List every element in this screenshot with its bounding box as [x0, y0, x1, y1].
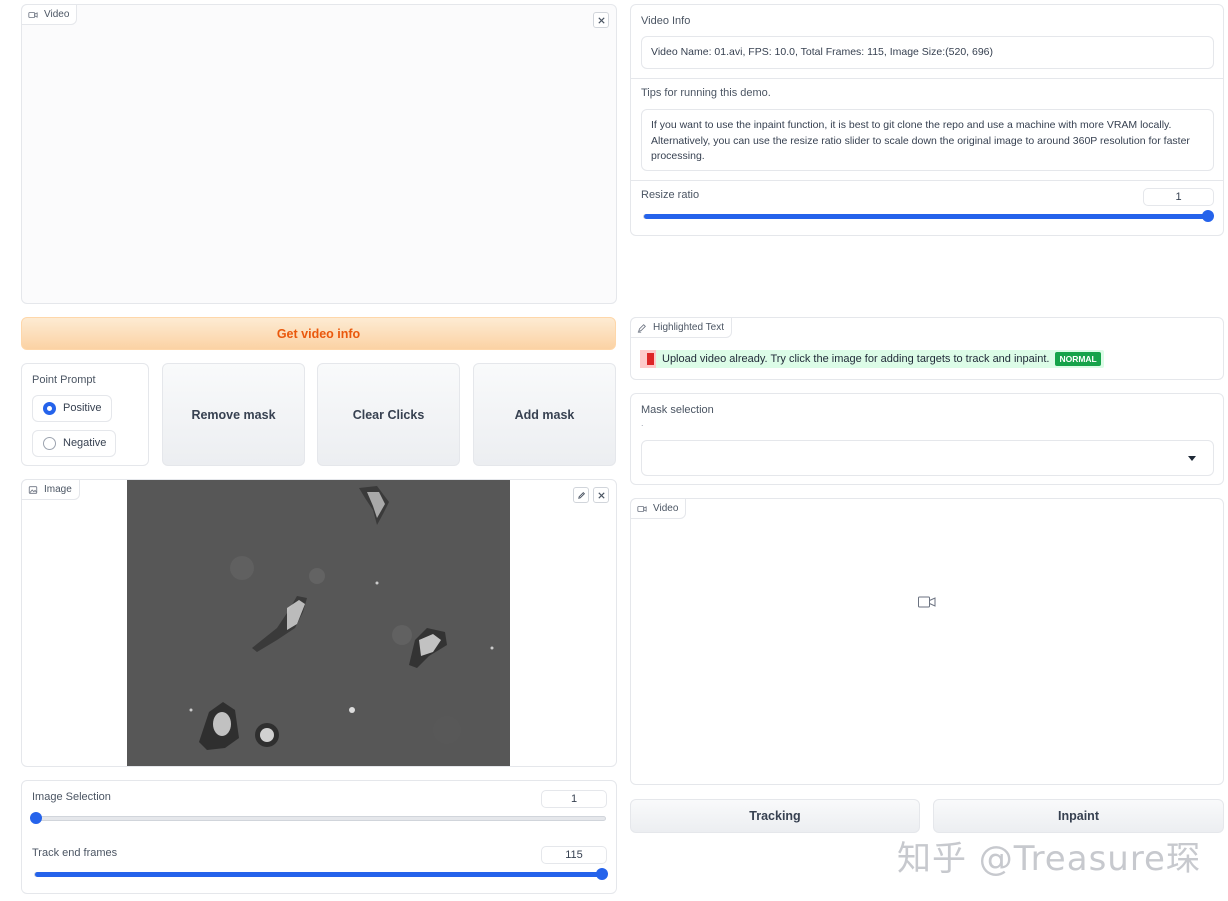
pencil-icon [577, 491, 585, 499]
video-info-textbox[interactable]: Video Name: 01.avi, FPS: 10.0, Total Fra… [641, 36, 1214, 69]
mask-selection-hint: . [641, 418, 644, 428]
close-icon [597, 16, 605, 24]
info-divider-2 [631, 180, 1223, 181]
image-selection-label: Image Selection [32, 791, 111, 803]
tips-label: Tips for running this demo. [641, 87, 771, 99]
radio-negative-label: Negative [63, 437, 107, 449]
video-close-button[interactable] [593, 12, 609, 28]
highlight-icon [637, 323, 646, 333]
image-selection-thumb[interactable] [30, 812, 42, 824]
image-close-button[interactable] [593, 487, 609, 503]
output-video-label: Video [653, 503, 679, 514]
cell-bottom-right [255, 723, 279, 747]
video-upload-panel[interactable]: Video [21, 4, 617, 304]
clear-clicks-button[interactable]: Clear Clicks [317, 363, 460, 466]
video-label: Video [44, 9, 70, 20]
highlighted-label-tag: Highlighted Text [630, 317, 732, 338]
track-end-input[interactable]: 115 [541, 846, 607, 864]
mask-selection-dropdown[interactable] [641, 440, 1214, 476]
track-end-label: Track end frames [32, 847, 118, 859]
tips-textbox[interactable]: If you want to use the inpaint function,… [641, 109, 1214, 171]
info-divider-1 [631, 78, 1223, 79]
radio-positive-dot [43, 402, 56, 415]
radio-negative-dot [43, 437, 56, 450]
status-badge: NORMAL [1055, 352, 1101, 366]
video-placeholder-icon [918, 596, 936, 608]
track-end-fill [35, 872, 605, 877]
output-video-panel: Video [630, 498, 1224, 785]
resize-ratio-thumb[interactable] [1202, 210, 1214, 222]
image-selection-slider[interactable] [30, 812, 606, 824]
video-icon [28, 11, 38, 18]
radio-negative[interactable]: Negative [32, 430, 117, 457]
slider-panel: Image Selection 1 Track end frames 115 [21, 780, 617, 894]
highlighted-message: Upload video already. Try click the imag… [662, 353, 1050, 365]
point-prompt-label: Point Prompt [32, 374, 96, 386]
video-label-tag: Video [21, 4, 78, 25]
highlighted-text-panel: Highlighted Text Upload video already. T… [630, 317, 1224, 380]
image-label-tag: Image [21, 479, 80, 500]
resize-ratio-fill [644, 214, 1211, 219]
image-icon [28, 485, 38, 494]
output-video-label-tag: Video [630, 498, 687, 519]
mask-selection-panel: Mask selection . [630, 393, 1224, 485]
track-end-thumb[interactable] [596, 868, 608, 880]
chevron-down-icon [1188, 456, 1196, 461]
mask-selection-label: Mask selection [641, 404, 714, 416]
image-edit-button[interactable] [573, 487, 589, 503]
image-selection-input[interactable]: 1 [541, 790, 607, 808]
close-icon [597, 491, 605, 499]
highlighted-message-row: Upload video already. Try click the imag… [640, 350, 1104, 368]
point-prompt-panel: Point Prompt Positive Negative [21, 363, 149, 466]
video-info-label: Video Info [641, 15, 691, 27]
radio-positive-label: Positive [63, 402, 102, 414]
cell-microscopy-image[interactable] [127, 480, 510, 766]
resize-ratio-slider[interactable] [643, 210, 1214, 222]
video-icon [637, 505, 647, 512]
tracking-button[interactable]: Tracking [630, 799, 920, 833]
resize-ratio-input[interactable]: 1 [1143, 188, 1214, 206]
highlighted-label: Highlighted Text [653, 322, 724, 333]
remove-mask-button[interactable]: Remove mask [162, 363, 305, 466]
image-panel: Image [21, 479, 617, 767]
track-end-slider[interactable] [34, 868, 608, 880]
status-color-marker [640, 350, 656, 368]
resize-ratio-label: Resize ratio [641, 189, 700, 201]
info-panel: Video Info Video Name: 01.avi, FPS: 10.0… [630, 4, 1224, 236]
add-mask-button[interactable]: Add mask [473, 363, 616, 466]
watermark-text: 知乎 @Treasure琛 [897, 839, 1201, 879]
image-label: Image [44, 484, 72, 495]
inpaint-button[interactable]: Inpaint [933, 799, 1224, 833]
get-video-info-button[interactable]: Get video info [21, 317, 616, 350]
radio-positive[interactable]: Positive [32, 395, 112, 422]
